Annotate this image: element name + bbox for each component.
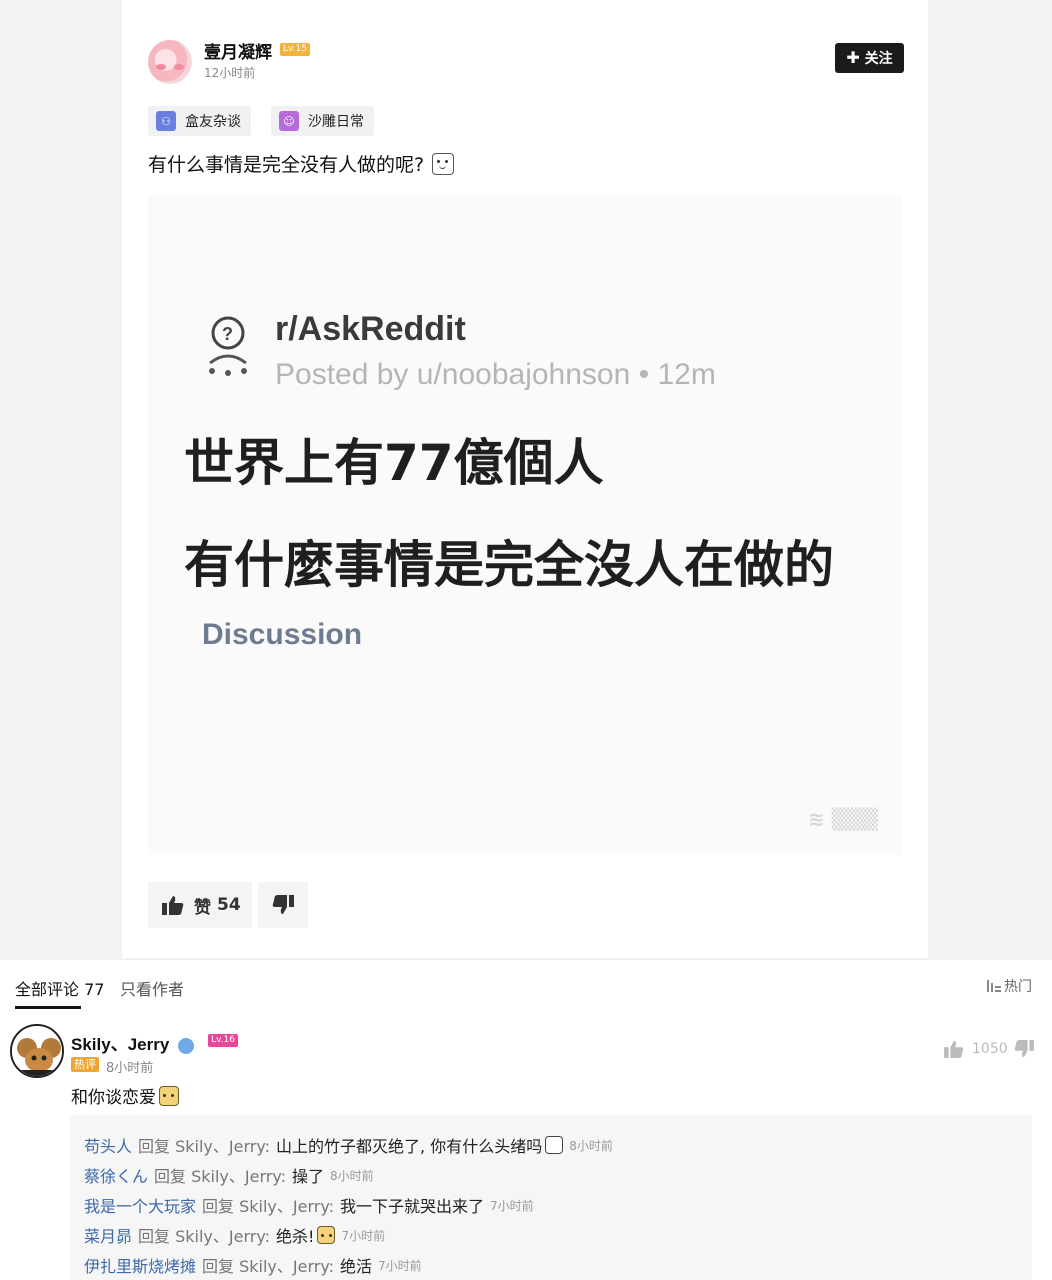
- tag-hezou[interactable]: ⚇ 盒友杂谈: [148, 106, 251, 136]
- tab-underline: [15, 1006, 81, 1009]
- hot-comment-badge: 热评: [71, 1057, 99, 1072]
- reply-text: 操了: [292, 1167, 325, 1186]
- panda-emoji-icon: [545, 1136, 564, 1154]
- reply-author[interactable]: 蔡徐くん: [84, 1163, 148, 1187]
- reply-time: 7小时前: [341, 1228, 386, 1243]
- jerry-avatar-icon: [12, 1026, 62, 1076]
- like-count: 54: [217, 895, 241, 915]
- author-name[interactable]: 壹月凝辉: [204, 38, 272, 63]
- follow-button[interactable]: ✚ 关注: [835, 43, 904, 73]
- reply-target: 回复 Skily、Jerry:: [202, 1197, 335, 1216]
- cat-emoji-icon: [159, 1085, 179, 1106]
- tab-author-only[interactable]: 只看作者: [120, 976, 184, 1000]
- flair-discussion: Discussion: [202, 618, 363, 651]
- sort-label: 热门: [1004, 979, 1032, 995]
- comment-text-content: 和你谈恋爱: [71, 1088, 156, 1108]
- post-title-text: 有什么事情是完全没有人做的呢?: [148, 154, 425, 176]
- reply-target: 回复 Skily、Jerry:: [202, 1257, 335, 1276]
- watermark-logo: ≋ ▒▒▒: [808, 807, 878, 831]
- post-title: 有什么事情是完全没有人做的呢?: [148, 150, 455, 177]
- plus-icon: ✚: [846, 48, 860, 67]
- tag-label: 盒友杂谈: [185, 114, 241, 130]
- reply-target: 回复 Skily、Jerry:: [138, 1137, 271, 1156]
- thumbs-down-icon: [272, 895, 294, 914]
- post-time: 12小时前: [204, 66, 256, 80]
- reply-item[interactable]: 我是一个大玩家 回复 Skily、Jerry: 我一下子就哭出来了 7小时前: [84, 1193, 534, 1217]
- thumbs-up-icon[interactable]: [944, 1040, 964, 1058]
- cat-emoji-icon: [317, 1226, 336, 1244]
- tag-shadiao[interactable]: ☺ 沙雕日常: [271, 106, 374, 136]
- reply-item[interactable]: 蔡徐くん 回复 Skily、Jerry: 操了 8小时前: [84, 1163, 374, 1187]
- reply-list: 苟头人 回复 Skily、Jerry: 山上的竹子都灭绝了, 你有什么头绪吗 8…: [70, 1115, 1032, 1280]
- vote-bar: 赞 54: [148, 882, 308, 928]
- tab-all-comments[interactable]: 全部评论 77: [15, 976, 104, 1000]
- reply-time: 8小时前: [569, 1138, 613, 1153]
- like-button[interactable]: 赞 54: [148, 882, 252, 928]
- face-tag-icon: ☺: [279, 111, 299, 131]
- reply-author[interactable]: 苟头人: [84, 1133, 132, 1157]
- reply-item[interactable]: 菜月昴 回复 Skily、Jerry: 绝杀! 7小时前: [84, 1223, 385, 1247]
- reply-text: 绝杀!: [276, 1227, 315, 1246]
- reply-target: 回复 Skily、Jerry:: [138, 1227, 271, 1246]
- svg-text:?: ?: [222, 324, 233, 344]
- reply-time: 7小时前: [490, 1198, 534, 1213]
- reply-item[interactable]: 苟头人 回复 Skily、Jerry: 山上的竹子都灭绝了, 你有什么头绪吗 8…: [84, 1133, 613, 1157]
- author-avatar[interactable]: [148, 40, 192, 84]
- commenter-name-text: Skily、Jerry: [71, 1035, 170, 1054]
- author-level-badge: Lv.15: [280, 43, 310, 56]
- image-headline-1: 世界上有77億個人: [184, 434, 604, 492]
- follow-label: 关注: [864, 51, 893, 67]
- thumbs-up-icon: [162, 896, 184, 915]
- posted-by: Posted by u/noobajohnson • 12m: [275, 358, 716, 391]
- reddit-logo-icon: ?: [209, 316, 247, 376]
- comment-like-count: 1050: [972, 1041, 1008, 1057]
- reply-text: 我一下子就哭出来了: [340, 1197, 485, 1216]
- comment-vote: 1050: [944, 1040, 1034, 1058]
- comment-time: 8小时前: [106, 1061, 154, 1076]
- comment-text: 和你谈恋爱: [71, 1083, 179, 1108]
- commenter-avatar[interactable]: [10, 1024, 64, 1078]
- reply-author[interactable]: 菜月昴: [84, 1223, 132, 1247]
- reply-item[interactable]: 伊扎里斯烧烤摊 回复 Skily、Jerry: 绝活 7小时前: [84, 1253, 422, 1277]
- reply-target: 回复 Skily、Jerry:: [154, 1167, 287, 1186]
- chat-group-icon: ⚇: [156, 111, 176, 131]
- face-emoji-icon: [432, 152, 455, 175]
- reply-author[interactable]: 伊扎里斯烧烤摊: [84, 1253, 196, 1277]
- subreddit-name: r/AskReddit: [275, 310, 466, 348]
- sort-icon: [987, 980, 1001, 992]
- tag-label: 沙雕日常: [308, 114, 364, 130]
- like-label: 赞: [194, 897, 211, 918]
- sort-hot-button[interactable]: 热门: [986, 976, 1032, 996]
- verified-icon: [178, 1037, 195, 1054]
- reply-text: 绝活: [340, 1257, 373, 1276]
- reply-text: 山上的竹子都灭绝了, 你有什么头绪吗: [276, 1137, 543, 1156]
- comments-section: 全部评论 77 只看作者 热门 Skily、Jerry Lv.16 热评 8小时…: [0, 960, 1052, 1280]
- post-image[interactable]: ? r/AskReddit Posted by u/noobajohnson •…: [148, 195, 902, 855]
- reply-time: 7小时前: [378, 1258, 422, 1273]
- reply-author[interactable]: 我是一个大玩家: [84, 1193, 196, 1217]
- dislike-button[interactable]: [258, 882, 308, 928]
- thumbs-down-icon[interactable]: [1014, 1040, 1034, 1058]
- reply-time: 8小时前: [330, 1168, 374, 1183]
- image-headline-2: 有什麼事情是完全沒人在做的: [184, 536, 834, 594]
- commenter-name[interactable]: Skily、Jerry: [71, 1030, 195, 1055]
- commenter-level-badge: Lv.16: [208, 1034, 238, 1047]
